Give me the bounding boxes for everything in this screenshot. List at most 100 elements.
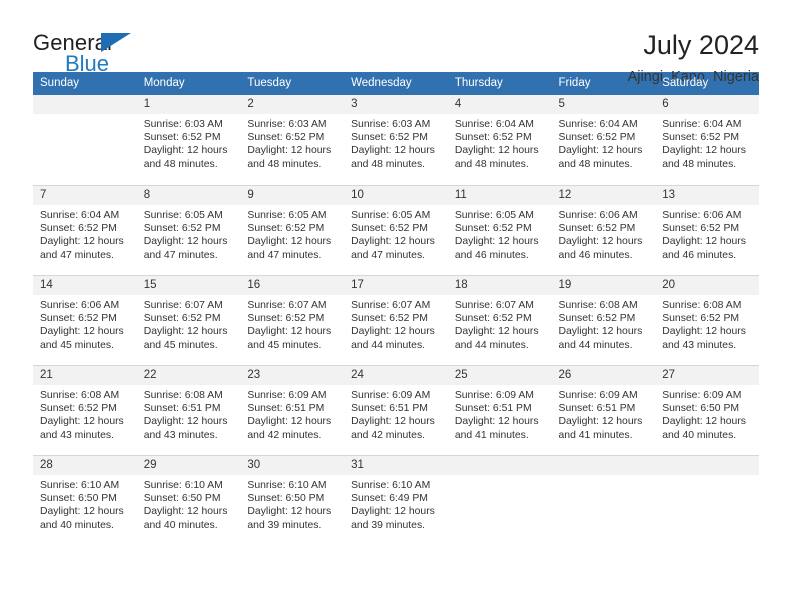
calendar-week-row: 14 Sunrise: 6:06 AM Sunset: 6:52 PM Dayligh…: [33, 275, 759, 365]
calendar-week-row: 21 Sunrise: 6:08 AM Sunset: 6:52 PM Dayligh…: [33, 365, 759, 455]
day-cell[interactable]: 30 Sunrise: 6:10 AM Sunset: 6:50 PM Dayligh…: [240, 455, 345, 545]
day-cell[interactable]: 25 Sunrise: 6:09 AM Sunset: 6:51 PM Dayligh…: [447, 365, 552, 455]
sunset-text: Sunset: 6:52 PM: [143, 132, 221, 144]
day-cell[interactable]: 13 Sunrise: 6:06 AM Sunset: 6:52 PM Dayligh…: [655, 185, 759, 275]
calendar-day-cell: 3 Sunrise: 6:03 AM Sunset: 6:52 PM Daylight…: [344, 95, 448, 185]
day-cell[interactable]: 18 Sunrise: 6:07 AM Sunset: 6:52 PM Dayligh…: [447, 275, 552, 365]
calendar-day-cell: 19 Sunrise: 6:08 AM Sunset: 6:52 PM Dayligh…: [551, 275, 656, 365]
sunrise-text: Sunrise: 6:09 AM: [662, 390, 742, 401]
day-cell[interactable]: 24 Sunrise: 6:09 AM Sunset: 6:51 PM Dayligh…: [344, 365, 448, 455]
calendar-day-cell: 28 Sunrise: 6:10 AM Sunset: 6:50 PM Dayligh…: [33, 455, 137, 545]
day-cell[interactable]: 16 Sunrise: 6:07 AM Sunset: 6:52 PM Dayligh…: [240, 275, 345, 365]
calendar-day-cell: 12 Sunrise: 6:06 AM Sunset: 6:52 PM Dayligh…: [551, 185, 656, 275]
day-cell[interactable]: 28 Sunrise: 6:10 AM Sunset: 6:50 PM Dayligh…: [33, 455, 137, 545]
sunset-text: Sunset: 6:52 PM: [351, 132, 428, 144]
daylight-text-line2: and 48 minutes.: [351, 158, 426, 170]
sunrise-text: Sunrise: 6:10 AM: [247, 480, 327, 491]
calendar-day-cell: 20 Sunrise: 6:08 AM Sunset: 6:52 PM Dayligh…: [655, 275, 759, 365]
day-cell[interactable]: 27 Sunrise: 6:09 AM Sunset: 6:50 PM Dayligh…: [655, 365, 759, 455]
calendar-body: 1 Sunrise: 6:03 AM Sunset: 6:52 PM Daylight…: [33, 95, 759, 545]
sunrise-text: Sunrise: 6:05 AM: [143, 210, 223, 221]
day-sun-info: Sunrise: 6:08 AM Sunset: 6:51 PM Daylight:…: [137, 385, 241, 442]
sunset-text: Sunset: 6:52 PM: [558, 132, 636, 144]
day-cell[interactable]: 21 Sunrise: 6:08 AM Sunset: 6:52 PM Dayligh…: [33, 365, 137, 455]
calendar-day-cell: 16 Sunrise: 6:07 AM Sunset: 6:52 PM Dayligh…: [240, 275, 345, 365]
calendar-day-cell: 24 Sunrise: 6:09 AM Sunset: 6:51 PM Dayligh…: [344, 365, 448, 455]
day-number: [551, 456, 656, 475]
day-cell[interactable]: 26 Sunrise: 6:09 AM Sunset: 6:51 PM Dayligh…: [551, 365, 656, 455]
day-cell[interactable]: 12 Sunrise: 6:06 AM Sunset: 6:52 PM Dayligh…: [551, 185, 656, 275]
day-sun-info: Sunrise: 6:07 AM Sunset: 6:52 PM Daylight:…: [344, 295, 448, 352]
day-number: 17: [344, 276, 448, 295]
sunset-text: Sunset: 6:52 PM: [143, 223, 221, 235]
daylight-text-line1: Daylight: 12 hours: [143, 145, 228, 157]
day-cell[interactable]: 15 Sunrise: 6:07 AM Sunset: 6:52 PM Dayligh…: [136, 275, 241, 365]
weekday-header-thursday: Thursday: [447, 72, 552, 95]
daylight-text-line1: Daylight: 12 hours: [558, 416, 643, 428]
sunrise-text: Sunrise: 6:06 AM: [662, 210, 742, 221]
daylight-text-line2: and 47 minutes.: [247, 249, 322, 261]
day-cell[interactable]: 20 Sunrise: 6:08 AM Sunset: 6:52 PM Dayligh…: [655, 275, 759, 365]
day-cell[interactable]: 10 Sunrise: 6:05 AM Sunset: 6:52 PM Dayligh…: [344, 185, 448, 275]
sunrise-text: Sunrise: 6:04 AM: [454, 119, 534, 130]
calendar-day-cell: 2 Sunrise: 6:03 AM Sunset: 6:52 PM Daylight…: [240, 95, 345, 185]
day-cell[interactable]: 23 Sunrise: 6:09 AM Sunset: 6:51 PM Dayligh…: [240, 365, 345, 455]
day-cell[interactable]: 11 Sunrise: 6:05 AM Sunset: 6:52 PM Dayligh…: [447, 185, 552, 275]
daylight-text-line1: Daylight: 12 hours: [247, 416, 332, 428]
day-cell[interactable]: 4 Sunrise: 6:04 AM Sunset: 6:52 PM Daylight…: [447, 95, 552, 185]
day-cell[interactable]: 29 Sunrise: 6:10 AM Sunset: 6:50 PM Dayligh…: [136, 455, 241, 545]
daylight-text-line1: Daylight: 12 hours: [662, 145, 746, 157]
day-number: 8: [136, 186, 241, 205]
day-cell[interactable]: 9 Sunrise: 6:05 AM Sunset: 6:52 PM Daylight…: [240, 185, 345, 275]
day-cell[interactable]: 3 Sunrise: 6:03 AM Sunset: 6:52 PM Daylight…: [344, 95, 448, 185]
day-number: 28: [33, 456, 137, 475]
day-number: 19: [551, 276, 656, 295]
day-sun-info: Sunrise: 6:09 AM Sunset: 6:51 PM Daylight:…: [552, 385, 656, 442]
sunrise-text: Sunrise: 6:05 AM: [351, 210, 431, 221]
day-sun-info: Sunrise: 6:10 AM Sunset: 6:50 PM Daylight:…: [137, 475, 241, 532]
triangle-icon: [101, 33, 131, 52]
sunrise-text: Sunrise: 6:03 AM: [351, 119, 431, 130]
daylight-text-line1: Daylight: 12 hours: [454, 416, 539, 428]
day-cell-empty: [551, 455, 656, 545]
daylight-text-line2: and 48 minutes.: [662, 158, 737, 170]
day-cell-empty: [33, 95, 137, 185]
day-cell[interactable]: 7 Sunrise: 6:04 AM Sunset: 6:52 PM Daylight…: [33, 185, 137, 275]
day-cell[interactable]: 8 Sunrise: 6:05 AM Sunset: 6:52 PM Daylight…: [136, 185, 241, 275]
sunset-text: Sunset: 6:51 PM: [143, 403, 221, 415]
daylight-text-line1: Daylight: 12 hours: [143, 506, 228, 518]
sunrise-text: Sunrise: 6:06 AM: [558, 210, 638, 221]
day-cell[interactable]: 31 Sunrise: 6:10 AM Sunset: 6:49 PM Dayligh…: [344, 455, 448, 545]
sunrise-text: Sunrise: 6:04 AM: [558, 119, 638, 130]
sunset-text: Sunset: 6:52 PM: [662, 223, 740, 235]
general-blue-logo[interactable]: General Blue: [33, 30, 163, 78]
day-cell[interactable]: 14 Sunrise: 6:06 AM Sunset: 6:52 PM Dayligh…: [33, 275, 137, 365]
day-number: 9: [240, 186, 345, 205]
calendar-day-cell: [551, 455, 656, 545]
sunset-text: Sunset: 6:51 PM: [351, 403, 428, 415]
daylight-text-line2: and 44 minutes.: [454, 339, 529, 351]
day-number: 7: [33, 186, 137, 205]
daylight-text-line2: and 39 minutes.: [351, 519, 426, 531]
day-cell[interactable]: 6 Sunrise: 6:04 AM Sunset: 6:52 PM Daylight…: [655, 95, 759, 185]
sunset-text: Sunset: 6:52 PM: [662, 132, 740, 144]
day-cell[interactable]: 19 Sunrise: 6:08 AM Sunset: 6:52 PM Dayligh…: [551, 275, 656, 365]
day-cell[interactable]: 2 Sunrise: 6:03 AM Sunset: 6:52 PM Daylight…: [240, 95, 345, 185]
page-title: July 2024: [643, 30, 759, 60]
day-sun-info: Sunrise: 6:06 AM Sunset: 6:52 PM Daylight:…: [33, 295, 137, 352]
day-cell[interactable]: 1 Sunrise: 6:03 AM Sunset: 6:52 PM Daylight…: [136, 95, 241, 185]
daylight-text-line1: Daylight: 12 hours: [662, 236, 746, 248]
calendar-day-cell: 7 Sunrise: 6:04 AM Sunset: 6:52 PM Daylight…: [33, 185, 137, 275]
sunrise-text: Sunrise: 6:09 AM: [351, 390, 431, 401]
day-cell[interactable]: 5 Sunrise: 6:04 AM Sunset: 6:52 PM Daylight…: [551, 95, 656, 185]
day-number: [33, 95, 137, 114]
calendar-day-cell: 1 Sunrise: 6:03 AM Sunset: 6:52 PM Daylight…: [136, 95, 241, 185]
day-cell[interactable]: 22 Sunrise: 6:08 AM Sunset: 6:51 PM Dayligh…: [136, 365, 241, 455]
day-cell[interactable]: 17 Sunrise: 6:07 AM Sunset: 6:52 PM Dayligh…: [344, 275, 448, 365]
day-number: 15: [136, 276, 241, 295]
calendar-day-cell: 26 Sunrise: 6:09 AM Sunset: 6:51 PM Dayligh…: [551, 365, 656, 455]
day-sun-info: Sunrise: 6:04 AM Sunset: 6:52 PM Daylight:…: [552, 114, 656, 171]
daylight-text-line1: Daylight: 12 hours: [247, 145, 332, 157]
calendar-day-cell: 11 Sunrise: 6:05 AM Sunset: 6:52 PM Dayligh…: [447, 185, 552, 275]
calendar-day-cell: 21 Sunrise: 6:08 AM Sunset: 6:52 PM Dayligh…: [33, 365, 137, 455]
